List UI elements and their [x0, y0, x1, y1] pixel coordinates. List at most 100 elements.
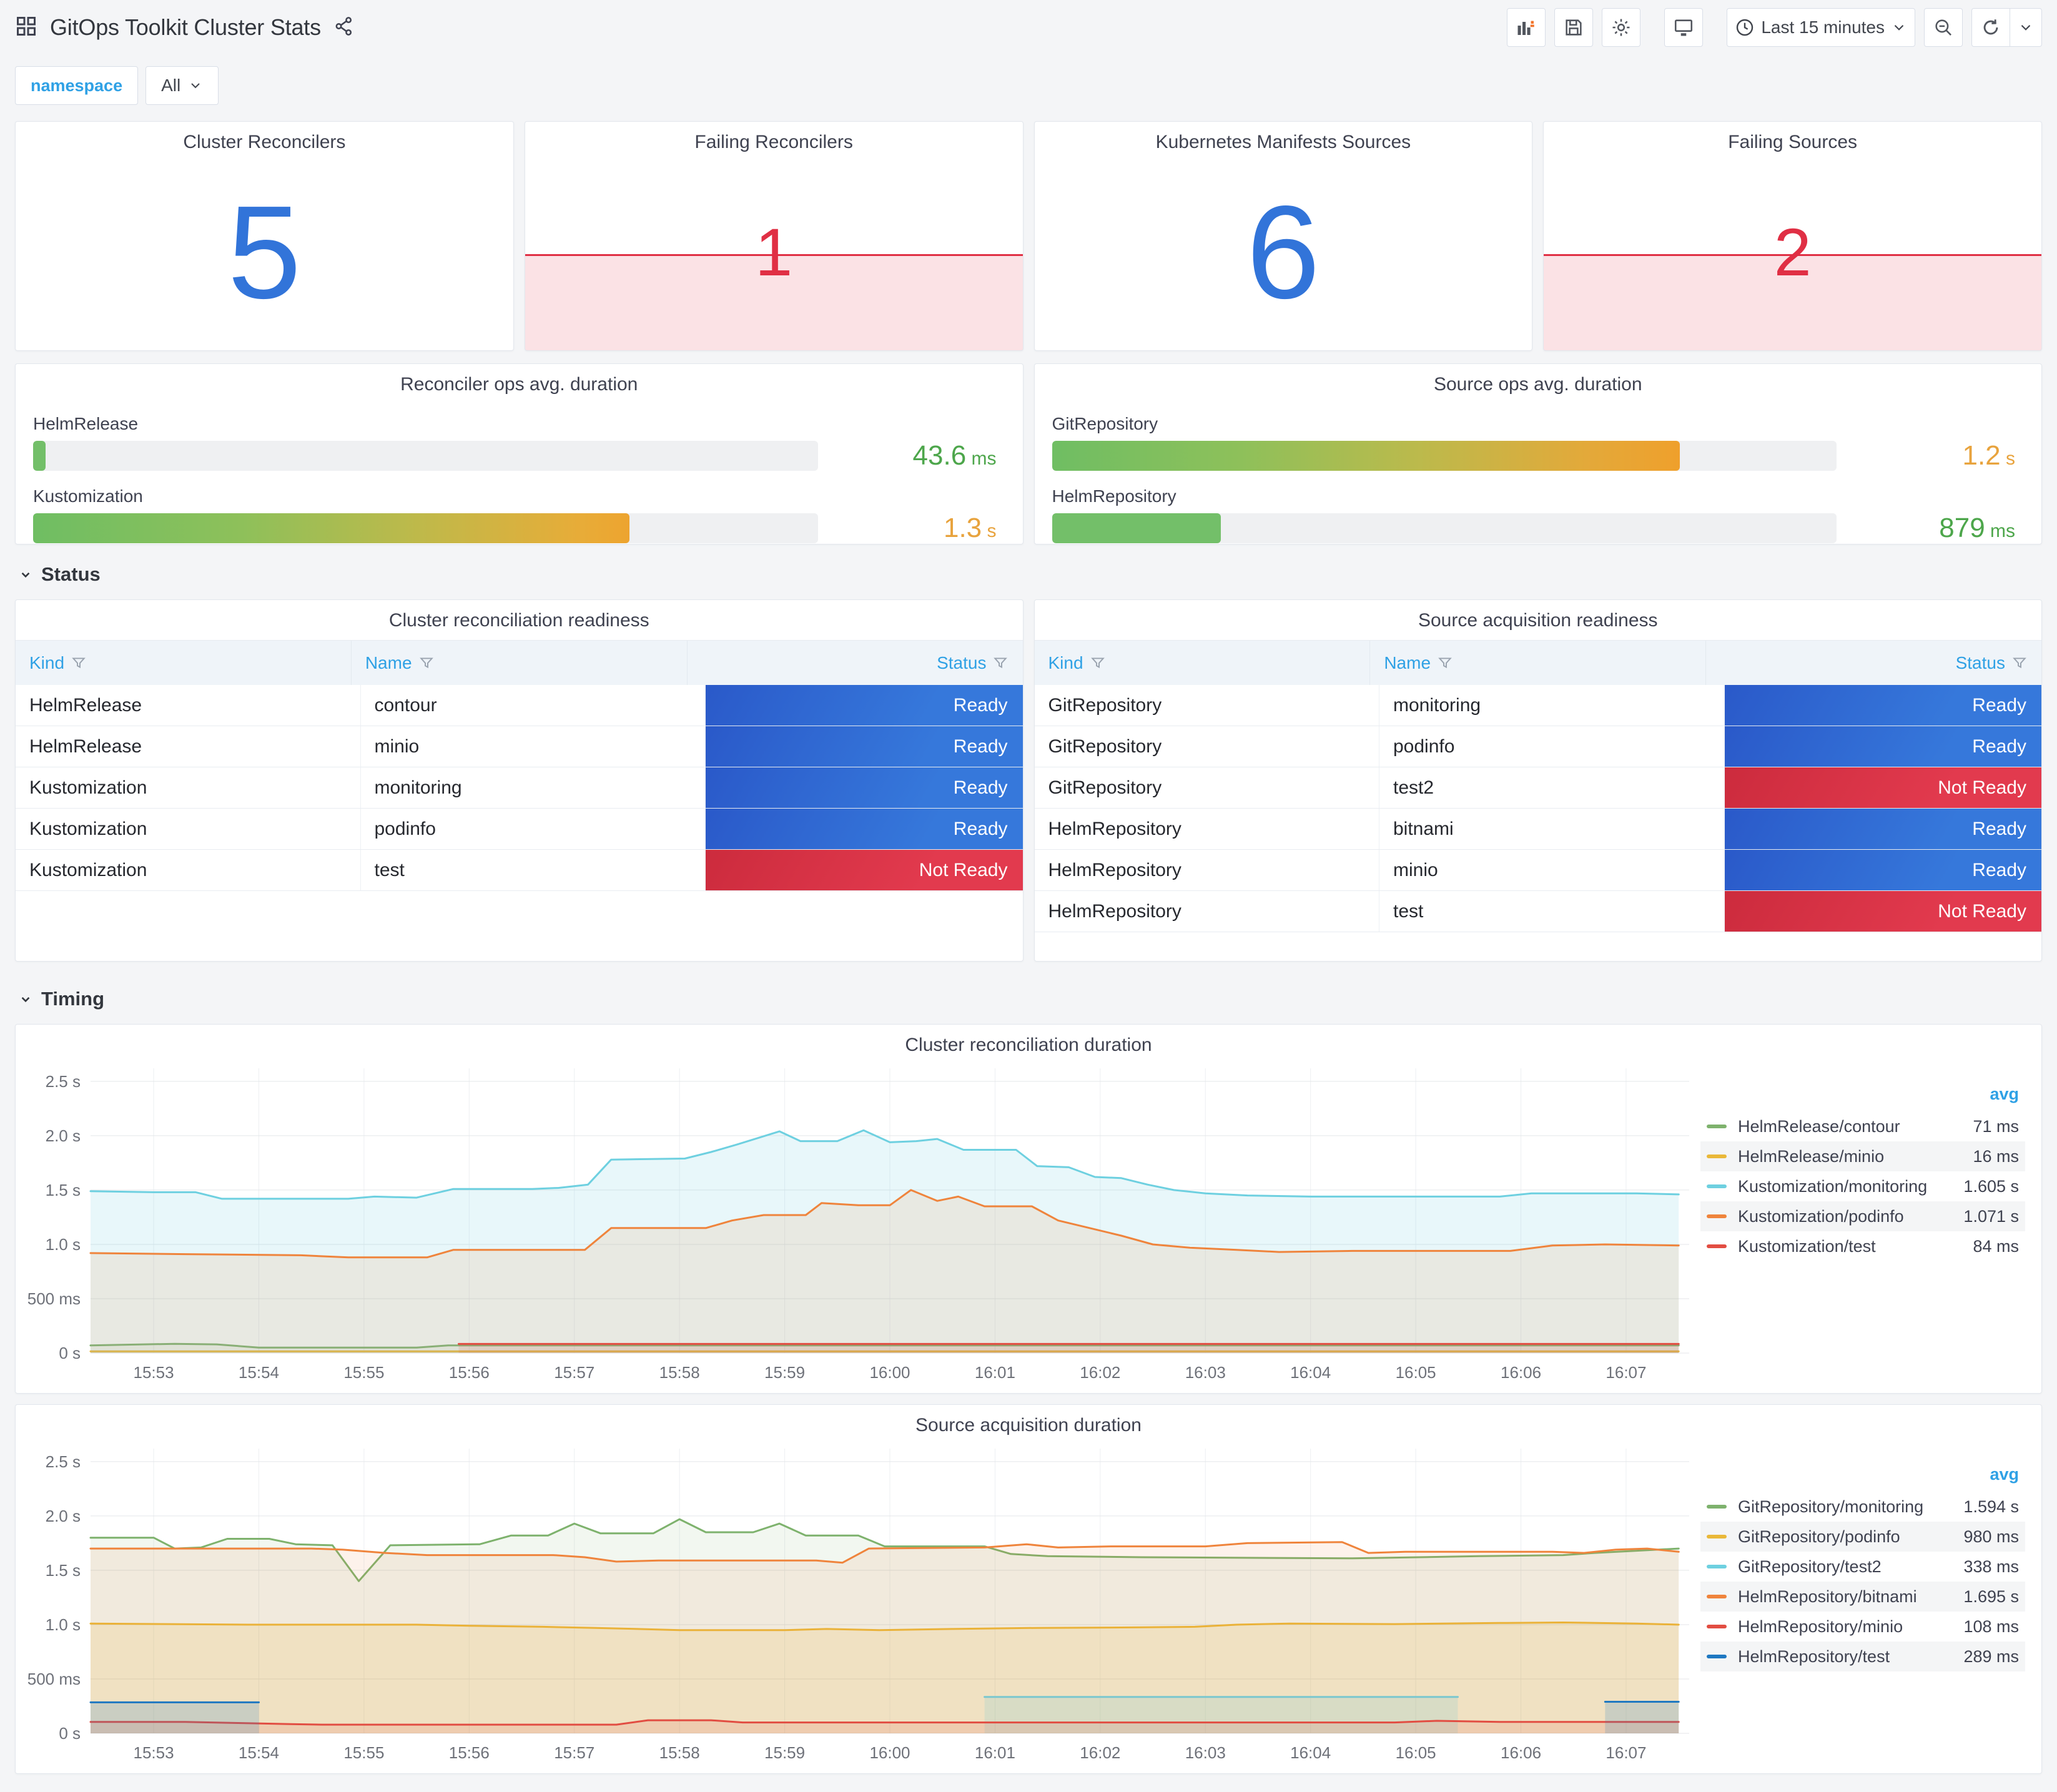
- timeseries-chart-svg[interactable]: 0 s 500 ms 1.0 s 1.5 s 2.0 s 2.5 s 15:53 15:54 1…: [21, 1441, 1700, 1766]
- variables-row: namespace All: [15, 66, 2042, 105]
- dashboard-page: GitOps Toolkit Cluster Stats Last 15 min…: [0, 0, 2057, 1774]
- svg-text:2.5 s: 2.5 s: [46, 1452, 81, 1471]
- variable-namespace-label[interactable]: namespace: [15, 66, 139, 105]
- filter-icon[interactable]: [418, 655, 435, 671]
- filter-icon[interactable]: [992, 655, 1009, 671]
- section-status[interactable]: Status: [17, 563, 2042, 586]
- legend-row[interactable]: HelmRepository/bitnami 1.695 s: [1700, 1582, 2025, 1612]
- dashboards-grid-icon[interactable]: [15, 15, 37, 41]
- table-panel: Cluster reconciliation readiness Kind Name…: [15, 599, 1024, 962]
- tv-mode-button[interactable]: [1664, 8, 1704, 47]
- table-column-header[interactable]: Status: [1706, 641, 2041, 685]
- svg-text:2.0 s: 2.0 s: [46, 1126, 81, 1145]
- bar-gauge-body: HelmRelease 43.6 ms Kustomization 1.3 s: [16, 395, 1023, 544]
- stat-panel-title[interactable]: Kubernetes Manifests Sources: [1035, 122, 1532, 153]
- legend-row[interactable]: Kustomization/test 84 ms: [1700, 1231, 2025, 1261]
- legend-series-label: Kustomization/test: [1738, 1236, 1876, 1256]
- table-column-header[interactable]: Kind: [16, 641, 352, 685]
- stat-value: 2: [1773, 214, 1812, 290]
- legend-series-label: HelmRepository/minio: [1738, 1617, 1903, 1636]
- bar-gauge-track: [33, 441, 818, 471]
- table-row: HelmRelease minio Ready: [16, 726, 1023, 767]
- page-title: GitOps Toolkit Cluster Stats: [50, 14, 321, 40]
- legend-row[interactable]: HelmRepository/minio 108 ms: [1700, 1612, 2025, 1642]
- zoom-out-button[interactable]: [1924, 8, 1963, 47]
- section-timing[interactable]: Timing: [17, 988, 2042, 1010]
- legend-avg-header[interactable]: avg: [1700, 1465, 2025, 1492]
- stat-panel-title[interactable]: Cluster Reconcilers: [16, 122, 513, 153]
- legend-avg-header[interactable]: avg: [1700, 1085, 2025, 1111]
- cell-name: test: [1379, 891, 1725, 932]
- time-range-picker[interactable]: Last 15 minutes: [1727, 8, 1915, 47]
- table-row: GitRepository monitoring Ready: [1034, 685, 2041, 726]
- variable-namespace-value[interactable]: All: [146, 66, 219, 105]
- share-icon[interactable]: [333, 16, 355, 40]
- svg-text:1.0 s: 1.0 s: [46, 1235, 81, 1254]
- cell-name: monitoring: [361, 767, 706, 808]
- chevron-down-icon: [21, 572, 30, 578]
- timeseries-title[interactable]: Cluster reconciliation duration: [16, 1025, 2041, 1056]
- svg-text:16:03: 16:03: [1185, 1743, 1226, 1762]
- refresh-interval-dropdown[interactable]: [2010, 8, 2042, 47]
- chevron-down-icon: [2021, 24, 2031, 31]
- stat-panel-title[interactable]: Failing Sources: [1544, 122, 2041, 153]
- svg-text:16:07: 16:07: [1606, 1743, 1646, 1762]
- dashboard-settings-button[interactable]: [1602, 8, 1641, 47]
- cell-name: monitoring: [1379, 685, 1725, 726]
- status-badge: Ready: [1724, 850, 2041, 890]
- status-badge: Ready: [1724, 726, 2041, 767]
- bar-gauge-fill: [33, 513, 629, 543]
- table-row: Kustomization monitoring Ready: [16, 767, 1023, 809]
- bar-gauge-title[interactable]: Source ops avg. duration: [1035, 364, 2042, 395]
- legend-series-label: GitRepository/podinfo: [1738, 1527, 1900, 1546]
- svg-text:0 s: 0 s: [59, 1344, 81, 1362]
- filter-icon[interactable]: [71, 655, 87, 671]
- legend-row[interactable]: HelmRepository/test 289 ms: [1700, 1642, 2025, 1671]
- section-timing-label: Timing: [41, 988, 105, 1010]
- cell-kind: Kustomization: [16, 809, 361, 849]
- filter-icon[interactable]: [1090, 655, 1106, 671]
- bar-gauge-body: GitRepository 1.2 s HelmRepository 879 ms: [1035, 395, 2042, 544]
- svg-text:15:56: 15:56: [449, 1743, 490, 1762]
- bar-gauge-track: [33, 513, 818, 543]
- legend-series-dash: [1707, 1535, 1727, 1538]
- timeseries-title[interactable]: Source acquisition duration: [16, 1405, 2041, 1436]
- legend-row[interactable]: Kustomization/monitoring 1.605 s: [1700, 1171, 2025, 1201]
- table-panel-title[interactable]: Source acquisition readiness: [1035, 600, 2042, 631]
- legend-row[interactable]: GitRepository/monitoring 1.594 s: [1700, 1492, 2025, 1522]
- stat-panel: Cluster Reconcilers 5: [15, 121, 514, 351]
- table-panel: Source acquisition readiness Kind Name Stat…: [1033, 599, 2042, 962]
- svg-text:2.5 s: 2.5 s: [46, 1072, 81, 1091]
- legend-row[interactable]: GitRepository/podinfo 980 ms: [1700, 1522, 2025, 1552]
- timeseries-chart-svg[interactable]: 0 s 500 ms 1.0 s 1.5 s 2.0 s 2.5 s 15:53 15:54 1…: [21, 1061, 1700, 1386]
- cell-kind: HelmRelease: [16, 726, 361, 767]
- legend-row[interactable]: HelmRelease/minio 16 ms: [1700, 1141, 2025, 1171]
- legend-series-avg: 108 ms: [1963, 1617, 2019, 1636]
- table-panel-title[interactable]: Cluster reconciliation readiness: [16, 600, 1023, 631]
- legend-row[interactable]: GitRepository/test2 338 ms: [1700, 1552, 2025, 1582]
- chart-legend: avg HelmRelease/contour 71 ms HelmRelease/m…: [1700, 1085, 2025, 1261]
- refresh-button[interactable]: [1971, 8, 2010, 47]
- table-column-header[interactable]: Name: [352, 641, 688, 685]
- filter-icon[interactable]: [1437, 655, 1453, 671]
- save-dashboard-button[interactable]: [1554, 8, 1594, 47]
- cell-status: Ready: [1724, 685, 2041, 726]
- legend-series-dash: [1707, 1625, 1727, 1628]
- status-badge: Ready: [706, 767, 1023, 808]
- legend-row[interactable]: HelmRelease/contour 71 ms: [1700, 1111, 2025, 1141]
- table-column-header[interactable]: Kind: [1035, 641, 1371, 685]
- bar-gauge-title[interactable]: Reconciler ops avg. duration: [16, 364, 1023, 395]
- filter-icon[interactable]: [2011, 655, 2028, 671]
- cell-name: bitnami: [1379, 809, 1725, 849]
- table-column-header[interactable]: Status: [688, 641, 1023, 685]
- legend-row[interactable]: Kustomization/podinfo 1.071 s: [1700, 1201, 2025, 1231]
- readiness-table: Kind Name Status GitRepository monitoring Rea…: [1034, 640, 2041, 932]
- table-column-header[interactable]: Name: [1370, 641, 1707, 685]
- cell-status: Ready: [706, 685, 1023, 726]
- legend-series-dash: [1707, 1125, 1727, 1128]
- add-panel-button[interactable]: [1507, 8, 1546, 47]
- svg-text:16:02: 16:02: [1080, 1363, 1120, 1382]
- svg-text:500 ms: 500 ms: [27, 1289, 81, 1308]
- stat-panel-title[interactable]: Failing Reconcilers: [525, 122, 1023, 153]
- bar-gauge-line: 1.3 s: [33, 513, 1005, 544]
